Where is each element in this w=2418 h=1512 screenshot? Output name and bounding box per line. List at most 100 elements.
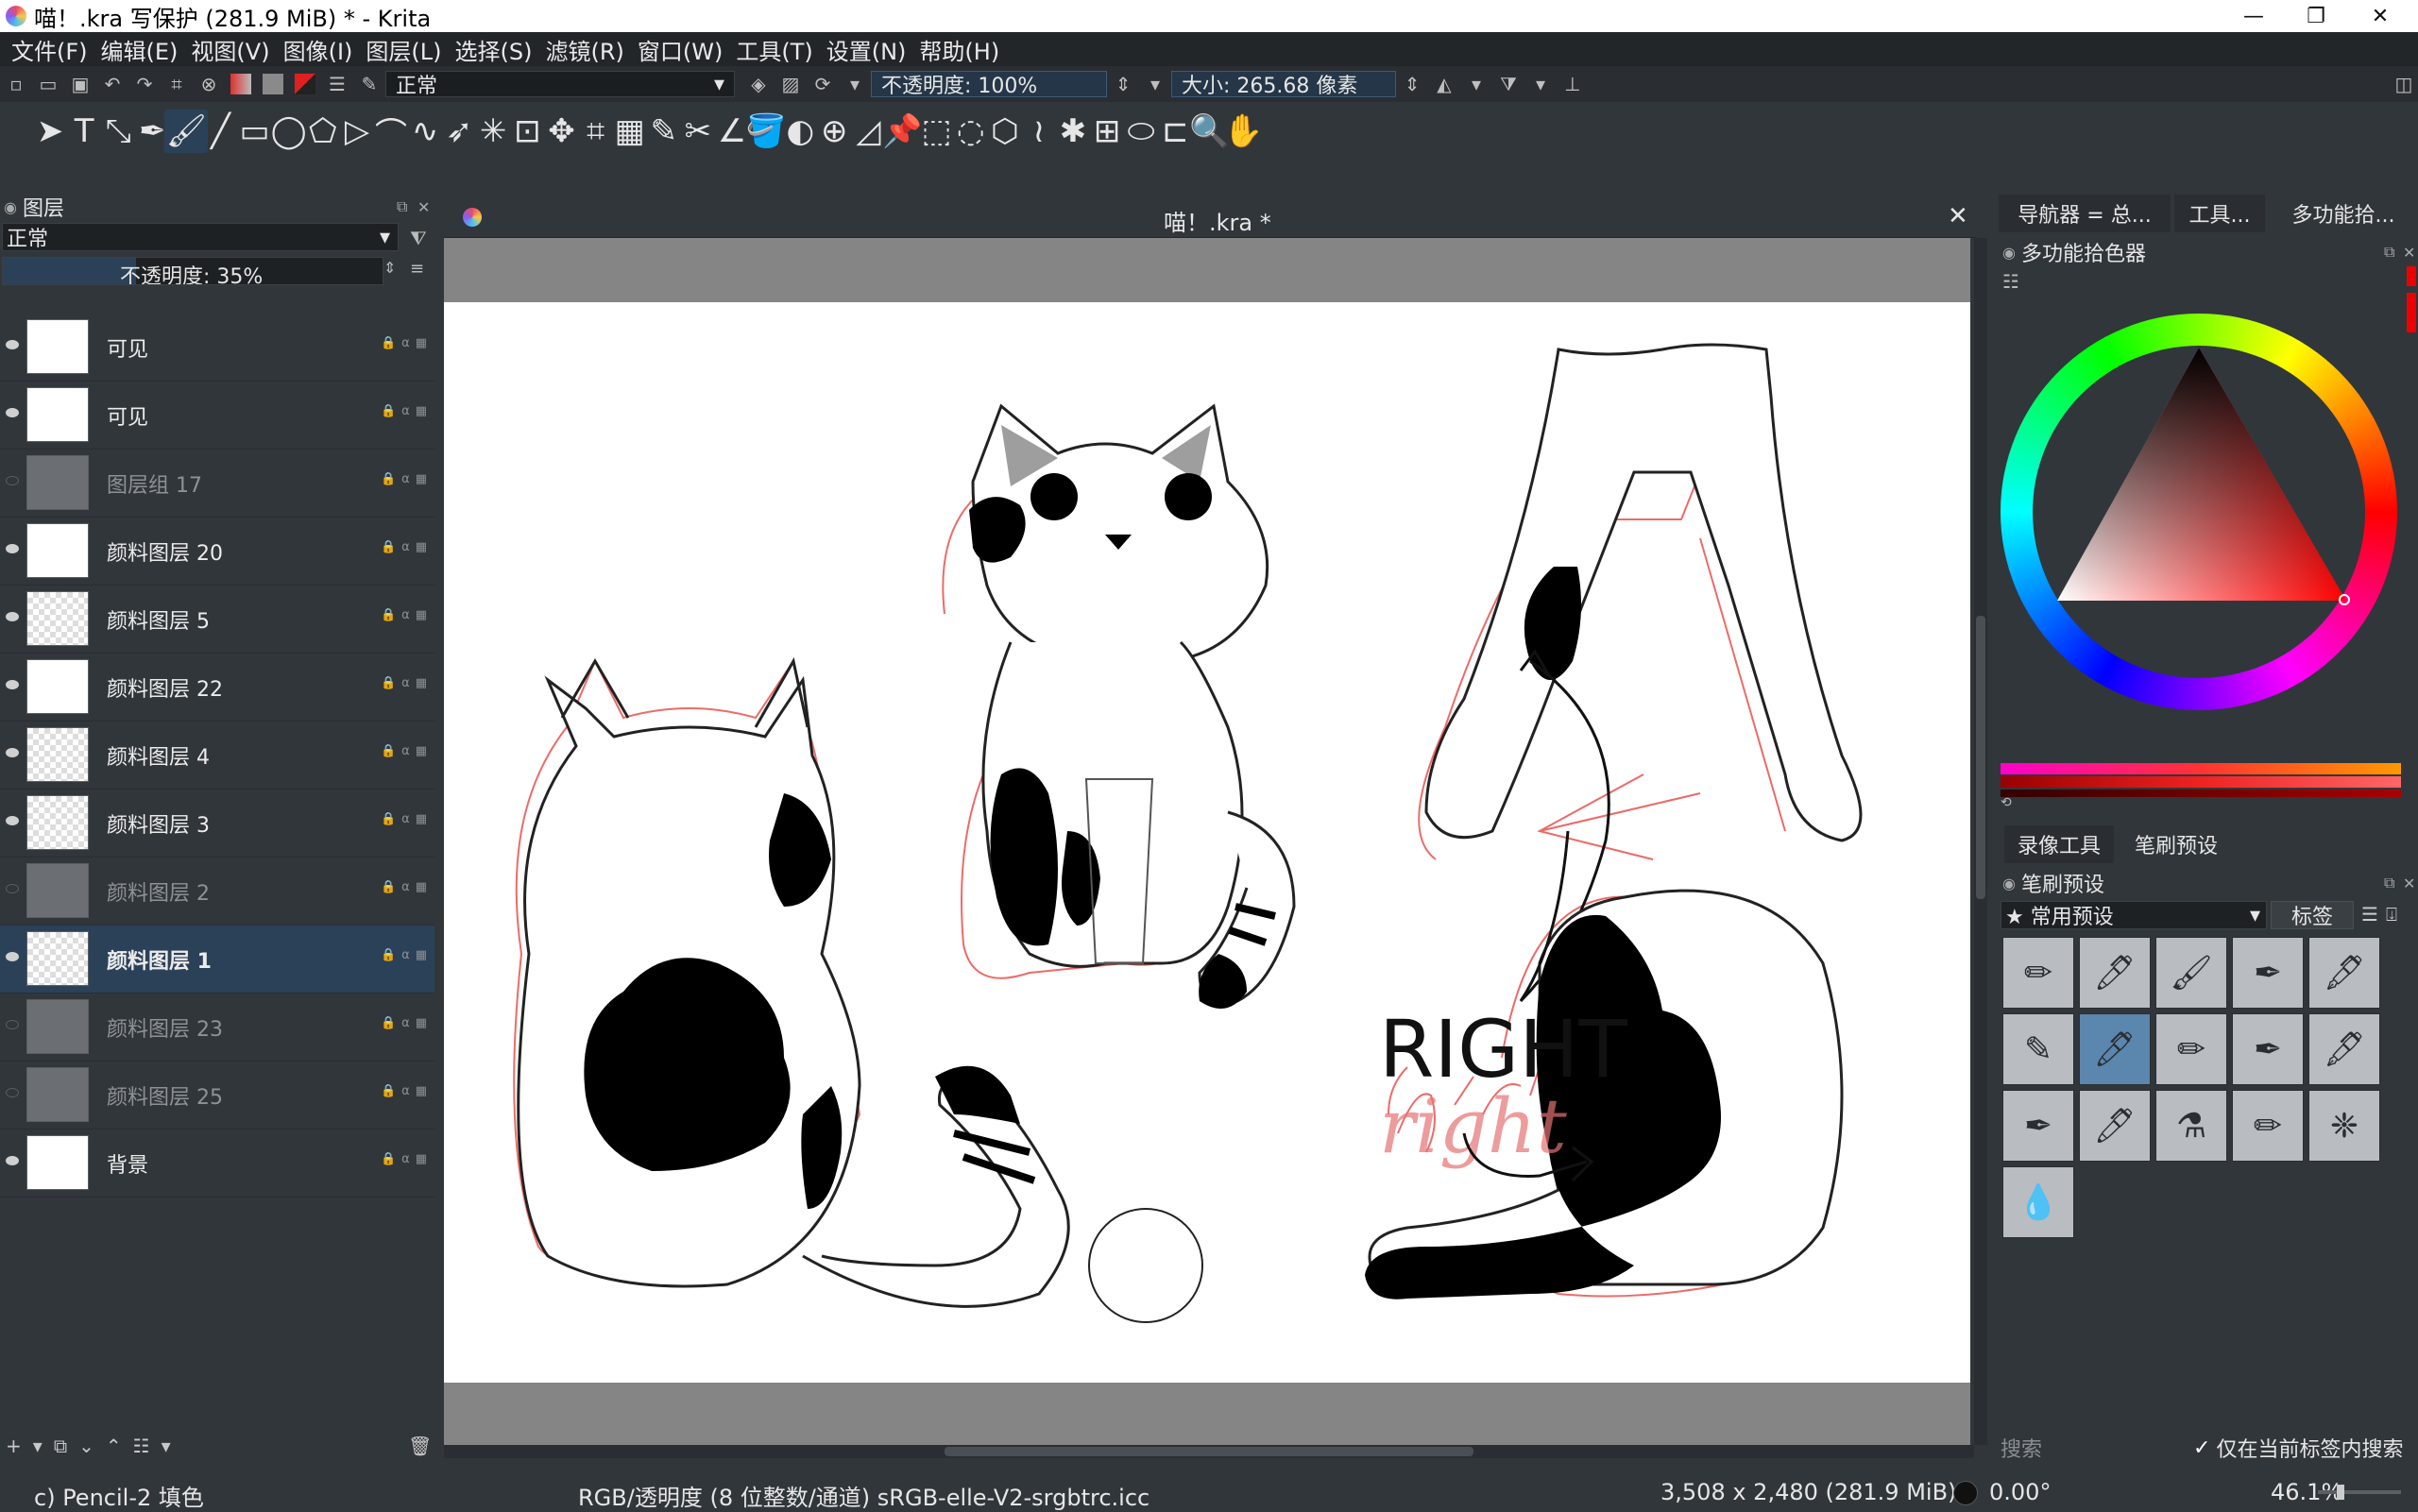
- menu-view[interactable]: 视图(V): [184, 33, 276, 66]
- layer-row[interactable]: 颜料图层 4 🔒 α ▦: [0, 722, 434, 790]
- menu-layer[interactable]: 图层(L): [359, 33, 448, 66]
- inherit-alpha-icon[interactable]: ▦: [416, 948, 427, 962]
- color-slider-2[interactable]: [2001, 776, 2401, 788]
- horizontal-scroll-thumb[interactable]: [945, 1447, 1473, 1456]
- tab-tools[interactable]: 工具...: [2174, 195, 2265, 232]
- visibility-eye-icon[interactable]: [6, 1088, 19, 1097]
- color-settings-icon[interactable]: ☷: [2002, 270, 2019, 293]
- visibility-eye-icon[interactable]: [6, 408, 19, 417]
- float-docker-icon[interactable]: ⧉: [2384, 243, 2394, 262]
- inherit-alpha-icon[interactable]: ▦: [416, 404, 427, 418]
- canvas-paper[interactable]: RIGHT right: [444, 302, 1970, 1383]
- menu-file[interactable]: 文件(F): [5, 33, 94, 66]
- collapse-icon[interactable]: ◉: [2002, 875, 2016, 892]
- brush-preset-icon[interactable]: ✎: [359, 73, 380, 95]
- lock-icon[interactable]: 🔒: [381, 608, 396, 622]
- brush-preset-tile[interactable]: 🖊: [2079, 1090, 2151, 1162]
- wrap-around-icon[interactable]: ⊥: [1562, 73, 1583, 95]
- undo-icon[interactable]: ↶: [102, 73, 123, 95]
- brush-preset-tile[interactable]: ✏: [2232, 1090, 2304, 1162]
- inherit-alpha-icon[interactable]: ▦: [416, 744, 427, 758]
- view-mode-icon[interactable]: ☰: [2361, 903, 2378, 926]
- chevron-down-icon[interactable]: ▾: [844, 73, 865, 95]
- menu-window[interactable]: 窗口(W): [631, 33, 729, 66]
- layer-opacity-slider[interactable]: 不透明度: 35%: [2, 257, 383, 285]
- menu-settings[interactable]: 设置(N): [820, 33, 913, 66]
- collapse-icon[interactable]: ◉: [4, 198, 17, 216]
- opacity-stepper-icon[interactable]: ⇕: [383, 259, 396, 277]
- brush-preset-tile[interactable]: 💧: [2002, 1166, 2074, 1238]
- import-preset-icon[interactable]: ⍗: [2386, 903, 2397, 926]
- brush-preset-tile[interactable]: ❈: [2308, 1090, 2380, 1162]
- close-window-button[interactable]: ✕: [2342, 0, 2418, 32]
- layer-row[interactable]: 图层组 17 🔒 α ▦: [0, 450, 434, 518]
- move-down-icon[interactable]: ⌄: [78, 1435, 94, 1457]
- brush-settings-icon[interactable]: ☰: [327, 73, 348, 95]
- layer-row[interactable]: 可见 🔒 α ▦: [0, 314, 434, 382]
- alpha-lock-icon[interactable]: α: [401, 880, 410, 894]
- vertical-scroll-thumb[interactable]: [1976, 616, 1985, 899]
- alpha-lock-icon[interactable]: α: [401, 336, 410, 350]
- tab-navigator[interactable]: 导航器 = 总...: [1999, 195, 2171, 232]
- close-docker-icon[interactable]: ✕: [2403, 244, 2415, 262]
- alpha-lock-icon[interactable]: α: [401, 744, 410, 758]
- lock-icon[interactable]: 🔒: [381, 540, 396, 554]
- lock-icon[interactable]: 🔒: [381, 676, 396, 690]
- blend-mode-select[interactable]: 正常 ▾: [385, 71, 735, 98]
- alpha-lock-icon[interactable]: α: [401, 540, 410, 554]
- save-icon[interactable]: ▣: [70, 73, 91, 95]
- visibility-eye-icon[interactable]: [6, 476, 19, 485]
- alpha-lock-icon[interactable]: α: [401, 1152, 410, 1166]
- inherit-alpha-icon[interactable]: ▦: [416, 540, 427, 554]
- alpha-lock-icon[interactable]: α: [401, 608, 410, 622]
- lock-icon[interactable]: 🔒: [381, 1084, 396, 1098]
- inherit-alpha-icon[interactable]: ▦: [416, 608, 427, 622]
- brush-preset-tile[interactable]: 🖌: [2155, 937, 2227, 1009]
- close-document-icon[interactable]: ✕: [1948, 202, 1968, 230]
- add-layer-icon[interactable]: +: [6, 1435, 22, 1457]
- float-docker-icon[interactable]: ⧉: [397, 197, 407, 216]
- open-document-icon[interactable]: ▭: [38, 73, 59, 95]
- inherit-alpha-icon[interactable]: ▦: [416, 336, 427, 350]
- chevron-down-icon[interactable]: ▾: [1466, 73, 1487, 95]
- brush-preset-tile[interactable]: ✎: [2002, 1013, 2074, 1085]
- tab-brush-presets[interactable]: 笔刷预设: [2118, 825, 2235, 863]
- visibility-eye-icon[interactable]: [6, 1020, 19, 1029]
- visibility-eye-icon[interactable]: [6, 612, 19, 621]
- size-slider[interactable]: 大小: 265.68 像素: [1171, 71, 1396, 98]
- pattern-swatch-icon[interactable]: [263, 74, 283, 94]
- zoom-slider-handle[interactable]: [2337, 1485, 2344, 1500]
- fg-bg-color-icon[interactable]: [295, 74, 315, 94]
- inherit-alpha-icon[interactable]: ▦: [416, 1016, 427, 1030]
- alpha-lock-icon[interactable]: α: [401, 1016, 410, 1030]
- status-brush-name[interactable]: c) Pencil-2 填色: [34, 1479, 204, 1512]
- new-document-icon[interactable]: ▫: [6, 73, 26, 95]
- lock-icon[interactable]: 🔒: [381, 404, 396, 418]
- close-docker-icon[interactable]: ✕: [417, 198, 430, 216]
- preset-tag-select[interactable]: ★ 常用预设 ▾: [2001, 901, 2267, 929]
- menu-image[interactable]: 图像(I): [277, 33, 360, 66]
- alpha-lock-icon[interactable]: α: [401, 948, 410, 962]
- sv-triangle[interactable]: [2001, 314, 2397, 710]
- menu-filter[interactable]: 滤镜(R): [538, 33, 630, 66]
- reload-preset-icon[interactable]: ⟳: [812, 73, 833, 95]
- redo-icon[interactable]: ↷: [134, 73, 155, 95]
- horizontal-scrollbar[interactable]: [444, 1445, 1974, 1458]
- chevron-down-icon[interactable]: ▾: [33, 1435, 43, 1457]
- brush-preset-tile[interactable]: ✒: [2232, 1013, 2304, 1085]
- layer-row[interactable]: 颜料图层 5 🔒 α ▦: [0, 586, 434, 654]
- layer-row[interactable]: 颜料图层 2 🔒 α ▦: [0, 858, 434, 926]
- vertical-scrollbar[interactable]: [1974, 238, 1987, 1445]
- alpha-lock-icon[interactable]: α: [401, 812, 410, 826]
- layer-row[interactable]: 颜料图层 23 🔒 α ▦: [0, 994, 434, 1062]
- float-docker-icon[interactable]: ⧉: [2384, 874, 2394, 892]
- layer-row[interactable]: 颜料图层 25 🔒 α ▦: [0, 1062, 434, 1130]
- alpha-lock-icon[interactable]: α: [401, 1084, 410, 1098]
- alpha-lock-icon[interactable]: α: [401, 676, 410, 690]
- visibility-eye-icon[interactable]: [6, 544, 19, 553]
- pan-tool-icon[interactable]: ✋: [1222, 110, 1266, 153]
- inherit-alpha-icon[interactable]: ▦: [416, 472, 427, 486]
- menu-edit[interactable]: 编辑(E): [94, 33, 185, 66]
- menu-help[interactable]: 帮助(H): [912, 33, 1006, 66]
- visibility-eye-icon[interactable]: [6, 816, 19, 825]
